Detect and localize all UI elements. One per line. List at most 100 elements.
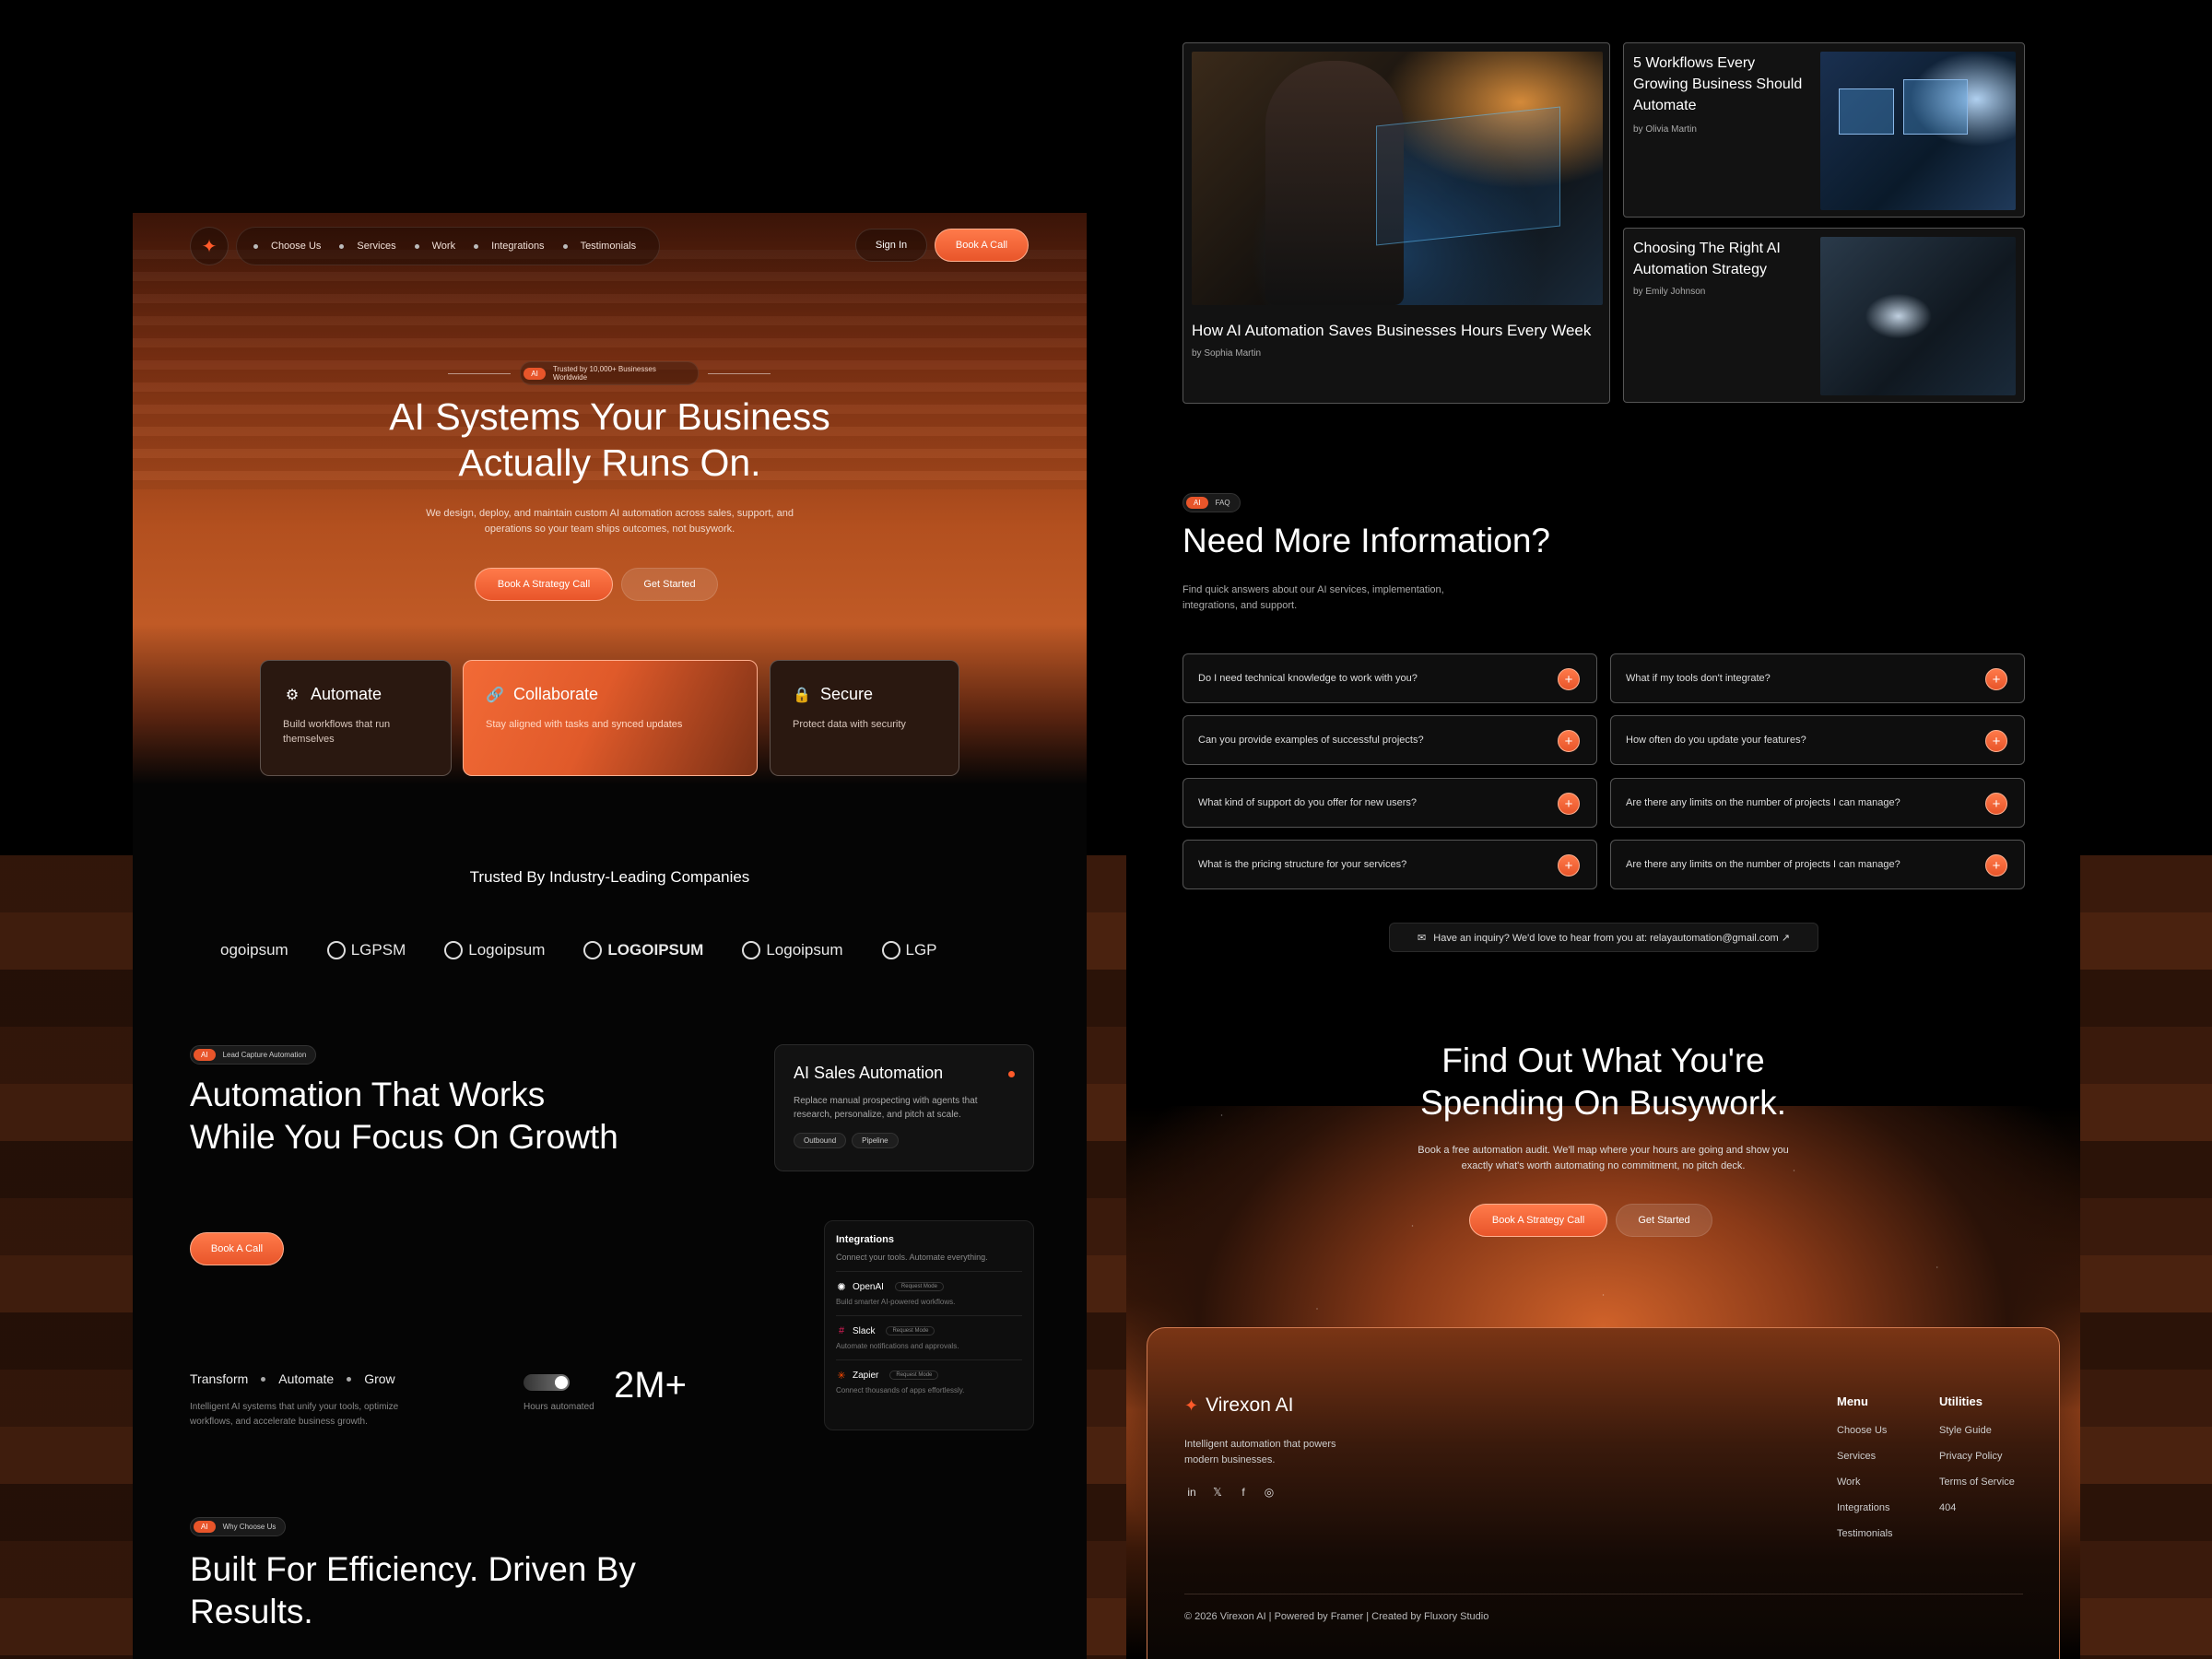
footer-brand[interactable]: ✦ Virexon AI	[1184, 1394, 1293, 1417]
x-icon[interactable]: 𝕏	[1210, 1485, 1225, 1500]
footer-link[interactable]: Integrations	[1837, 1502, 1893, 1513]
faq-item[interactable]: Are there any limits on the number of pr…	[1610, 840, 2025, 889]
footer-link[interactable]: Style Guide	[1939, 1425, 2015, 1436]
cta-title: Find Out What You're Spending On Busywor…	[1126, 1040, 2080, 1124]
integration-row-slack[interactable]: # Slack Request Mode Automate notification…	[836, 1315, 1022, 1350]
hero-subtitle: We design, deploy, and maintain custom A…	[426, 508, 794, 535]
value-words: Transform Automate Grow	[190, 1371, 395, 1386]
faq-item[interactable]: How often do you update your features? +	[1610, 715, 2025, 765]
footer-link[interactable]: Privacy Policy	[1939, 1451, 2015, 1462]
linkedin-icon[interactable]: in	[1184, 1485, 1199, 1500]
footer-desc: Intelligent automation that powers moder…	[1184, 1439, 1336, 1465]
nav-item-testimonials[interactable]: Testimonials	[562, 241, 637, 252]
inquiry-link[interactable]: ✉ Have an inquiry? We'd love to hear from…	[1389, 923, 1818, 952]
nav-item-work[interactable]: Work	[414, 241, 455, 252]
blog-card-main[interactable]: How AI Automation Saves Businesses Hours…	[1182, 42, 1610, 404]
company-logo: Logoipsum	[444, 941, 545, 959]
gear-icon: ⚙	[285, 687, 300, 703]
badge-line-right	[707, 372, 771, 374]
landing-page-left-panel: ✦ Choose Us Services Work Integrations T…	[133, 213, 1087, 1659]
feature-card-automate[interactable]: ⚙ Automate Build workflows that run thems…	[260, 660, 452, 776]
main-nav: Choose Us Services Work Integrations Tes…	[236, 227, 660, 265]
blog-title: 5 Workflows Every Growing Business Shoul…	[1633, 55, 1803, 113]
faq-question: Are there any limits on the number of pr…	[1626, 859, 1900, 870]
hours-toggle[interactable]	[524, 1374, 570, 1391]
nav-item-integrations[interactable]: Integrations	[474, 241, 545, 252]
book-call-button[interactable]: Book A Call	[190, 1232, 284, 1265]
sales-automation-card[interactable]: AI Sales Automation Replace manual prosp…	[774, 1044, 1034, 1171]
social-links: in 𝕏 f ◎	[1184, 1485, 1277, 1500]
lock-icon: 🔒	[793, 687, 811, 703]
nav-item-choose-us[interactable]: Choose Us	[253, 241, 321, 252]
separator-dot	[347, 1376, 352, 1382]
blog-image-robot	[1820, 237, 2016, 395]
slack-icon: #	[838, 1325, 845, 1336]
footer-link[interactable]: 404	[1939, 1502, 2015, 1513]
background-band-middle	[1087, 855, 1126, 1659]
brand-logo-icon[interactable]: ✦	[190, 227, 229, 265]
facebook-icon[interactable]: f	[1236, 1485, 1251, 1500]
footer-link[interactable]: Work	[1837, 1477, 1893, 1488]
integration-name: Slack	[853, 1325, 876, 1336]
faq-item[interactable]: Can you provide examples of successful p…	[1182, 715, 1597, 765]
integration-row-openai[interactable]: ✺ OpenAI Request Mode Build smarter AI-pow…	[836, 1271, 1022, 1306]
faq-question: What if my tools don't integrate?	[1626, 673, 1771, 684]
mail-icon: ✉	[1418, 932, 1427, 944]
plus-icon[interactable]: +	[1558, 668, 1580, 690]
status-dot	[1008, 1071, 1015, 1077]
footer-link[interactable]: Testimonials	[1837, 1528, 1893, 1539]
cta-get-started-button[interactable]: Get Started	[1616, 1204, 1712, 1237]
footer-link[interactable]: Terms of Service	[1939, 1477, 2015, 1488]
book-call-nav-button[interactable]: Book A Call	[935, 229, 1029, 262]
ai-pill: AI	[194, 1049, 216, 1061]
nav-label: Services	[357, 241, 396, 252]
feature-card-collaborate[interactable]: 🔗 Collaborate Stay aligned with tasks and…	[463, 660, 758, 776]
ai-pill: AI	[524, 367, 546, 380]
faq-question: Are there any limits on the number of pr…	[1626, 797, 1900, 808]
trusted-badge-text: Trusted by 10,000+ Businesses Worldwide	[552, 365, 656, 382]
nav-item-services[interactable]: Services	[339, 241, 396, 252]
blog-card-side-1[interactable]: 5 Workflows Every Growing Business Shoul…	[1623, 42, 2025, 218]
integration-row-zapier[interactable]: ✳ Zapier Request Mode Connect thousands of…	[836, 1359, 1022, 1394]
feature-desc: Protect data with security	[793, 719, 906, 730]
value-desc: Intelligent AI systems that unify your t…	[190, 1402, 399, 1427]
plus-icon[interactable]: +	[1558, 730, 1580, 752]
footer-link[interactable]: Services	[1837, 1451, 1893, 1462]
cta-title-line1: Find Out What You're	[1441, 1041, 1765, 1079]
faq-item[interactable]: Are there any limits on the number of pr…	[1610, 778, 2025, 828]
faq-item[interactable]: What kind of support do you offer for ne…	[1182, 778, 1597, 828]
plus-icon[interactable]: +	[1985, 668, 2007, 690]
instagram-icon[interactable]: ◎	[1262, 1485, 1277, 1500]
footer-link[interactable]: Choose Us	[1837, 1425, 1893, 1436]
plus-icon[interactable]: +	[1558, 793, 1580, 815]
get-started-button[interactable]: Get Started	[621, 568, 718, 601]
trusted-companies-title: Trusted By Industry-Leading Companies	[469, 868, 750, 886]
plus-icon[interactable]: +	[1985, 854, 2007, 877]
sign-in-button[interactable]: Sign In	[855, 229, 927, 262]
footer-copyright: © 2026 Virexon AI | Powered by Framer | …	[1184, 1611, 1489, 1622]
plus-icon[interactable]: +	[1985, 793, 2007, 815]
hero-section: ✦ Choose Us Services Work Integrations T…	[133, 213, 1087, 784]
nav-dot	[339, 243, 345, 249]
plus-icon[interactable]: +	[1985, 730, 2007, 752]
footer-column-title: Menu	[1837, 1394, 1868, 1408]
hero-title-line1: AI Systems Your Business	[389, 395, 830, 438]
nav-label: Testimonials	[580, 241, 637, 252]
footer-column-title: Utilities	[1939, 1394, 1983, 1408]
blog-card-side-2[interactable]: Choosing The Right AI Automation Strateg…	[1623, 228, 2025, 403]
integration-name: Zapier	[853, 1370, 879, 1381]
badge-text: Why Choose Us	[222, 1523, 276, 1531]
ai-pill: AI	[194, 1521, 216, 1533]
blog-title: How AI Automation Saves Businesses Hours…	[1192, 322, 1592, 339]
faq-item[interactable]: Do I need technical knowledge to work wi…	[1182, 653, 1597, 703]
footer-menu-column: Menu Choose Us Services Work Integration…	[1837, 1394, 1893, 1554]
faq-badge: AI FAQ	[1182, 493, 1241, 512]
why-choose-us-badge: AI Why Choose Us	[190, 1517, 287, 1536]
cta-book-strategy-call-button[interactable]: Book A Strategy Call	[1469, 1204, 1607, 1237]
faq-item[interactable]: What is the pricing structure for your s…	[1182, 840, 1597, 889]
feature-card-secure[interactable]: 🔒 Secure Protect data with security	[770, 660, 959, 776]
plus-icon[interactable]: +	[1558, 854, 1580, 877]
integration-name: OpenAI	[853, 1281, 884, 1292]
book-strategy-call-button[interactable]: Book A Strategy Call	[475, 568, 613, 601]
faq-item[interactable]: What if my tools don't integrate? +	[1610, 653, 2025, 703]
